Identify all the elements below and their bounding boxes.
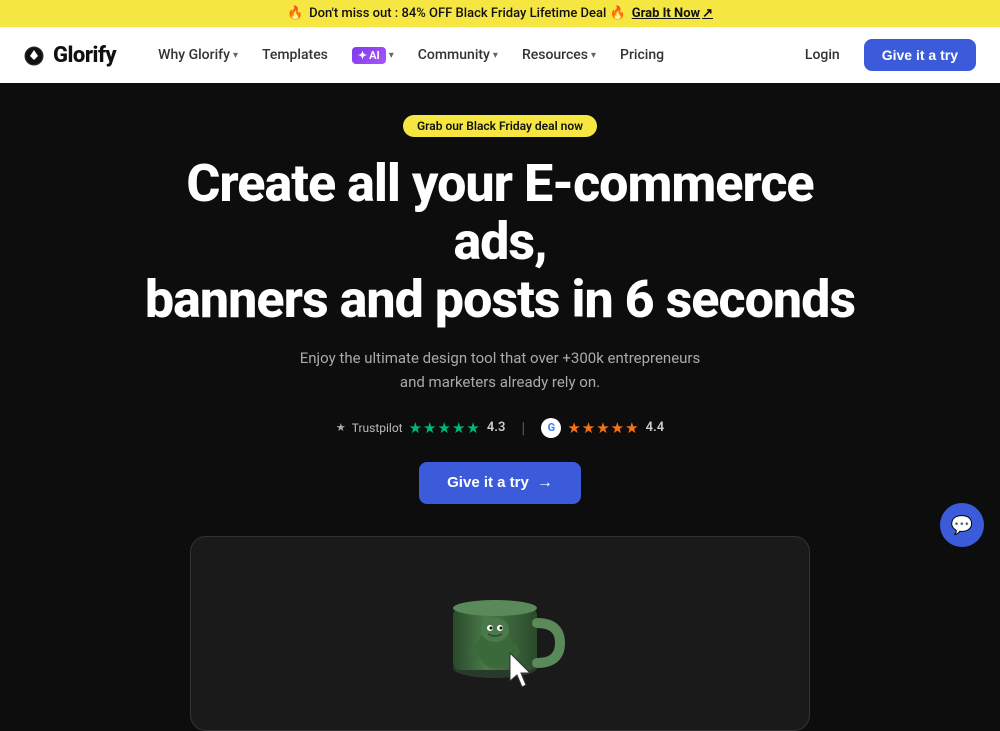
product-preview	[400, 543, 600, 723]
chat-icon: 💬	[951, 515, 973, 536]
chevron-down-icon: ▾	[493, 50, 498, 61]
top-banner: 🔥 Don't miss out : 84% OFF Black Friday …	[0, 0, 1000, 27]
black-friday-badge[interactable]: Grab our Black Friday deal now	[403, 115, 597, 137]
try-button[interactable]: Give it a try	[864, 39, 976, 71]
hero-preview-card	[190, 536, 810, 731]
trustpilot-rating: ★ Trustpilot ★★★★★ 4.3	[336, 419, 506, 437]
nav-links: Why Glorify ▾ Templates ✦ AI ▾ Community…	[148, 41, 769, 70]
hero-section: Grab our Black Friday deal now Create al…	[0, 83, 1000, 731]
nav-ai[interactable]: ✦ AI ▾	[342, 41, 404, 70]
chat-button[interactable]: 💬	[940, 503, 984, 547]
rating-separator: |	[521, 418, 525, 437]
navbar: Glorify Why Glorify ▾ Templates ✦ AI ▾ C…	[0, 27, 1000, 83]
google-stars: ★★★★★	[567, 419, 639, 437]
login-button[interactable]: Login	[793, 41, 852, 69]
fire-icon: 🔥	[287, 6, 303, 21]
ai-badge: ✦ AI	[352, 47, 386, 64]
nav-why-glorify[interactable]: Why Glorify ▾	[148, 41, 248, 69]
chevron-down-icon: ▾	[233, 50, 238, 61]
arrow-icon: →	[537, 474, 553, 492]
mug-illustration	[420, 553, 580, 713]
nav-community[interactable]: Community ▾	[408, 41, 508, 69]
nav-resources[interactable]: Resources ▾	[512, 41, 606, 69]
nav-right: Login Give it a try	[793, 39, 976, 71]
hero-subtitle: Enjoy the ultimate design tool that over…	[300, 346, 701, 394]
chevron-down-icon: ▾	[389, 50, 394, 61]
banner-text: Don't miss out : 84% OFF Black Friday Li…	[309, 6, 626, 21]
logo[interactable]: Glorify	[24, 43, 116, 68]
trustpilot-icon: ★	[336, 421, 346, 434]
hero-title: Create all your E-commerce ads, banners …	[140, 155, 860, 330]
ratings-row: ★ Trustpilot ★★★★★ 4.3 | G ★★★★★ 4.4	[336, 418, 664, 438]
google-icon: G	[541, 418, 561, 438]
nav-templates[interactable]: Templates	[252, 41, 338, 69]
google-rating: G ★★★★★ 4.4	[541, 418, 664, 438]
arrow-icon: ↗	[702, 6, 713, 21]
logo-text: Glorify	[53, 43, 116, 68]
banner-cta[interactable]: Grab It Now ↗	[632, 6, 713, 21]
trustpilot-stars: ★★★★★	[409, 419, 481, 437]
hero-cta-button[interactable]: Give it a try →	[419, 462, 581, 504]
logo-icon	[24, 46, 44, 66]
nav-pricing[interactable]: Pricing	[610, 41, 674, 69]
chevron-down-icon: ▾	[591, 50, 596, 61]
